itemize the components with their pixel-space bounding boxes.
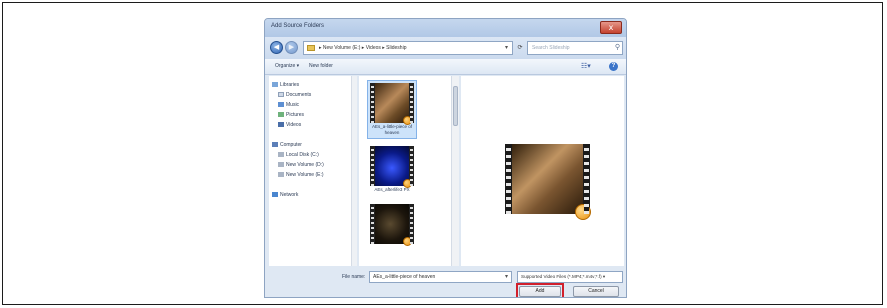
sidebar-item-music[interactable]: Music [278,102,299,108]
disk-icon [278,162,284,168]
file-list: AEs_a-little-piece of heaven AEs_afterli… [359,76,459,266]
list-item[interactable] [367,202,417,247]
navigation-pane: Libraries Documents Music Pictures Video… [269,76,357,266]
computer-icon [272,142,278,148]
new-folder-button[interactable]: New folder [309,63,333,69]
filename-field[interactable]: AEs_a-little-piece of heaven ▾ [369,271,512,283]
disk-icon [278,172,284,178]
video-thumbnail [370,146,414,188]
command-toolbar: Organize ▾ New folder ☷▾ ? [265,59,626,75]
folder-icon [307,45,315,51]
dialog-title: Add Source Folders [271,23,325,29]
add-button[interactable]: Add [519,286,561,297]
address-bar: ◀ ▶ ▸ New Volume (E:) ▸ Videos ▸ Slidesh… [265,37,626,59]
video-badge-icon [403,237,412,246]
video-badge-icon [575,204,591,220]
filename-value: AEs_a-little-piece of heaven [373,274,436,280]
network-icon [272,192,278,198]
search-input[interactable]: Search Slideship ⚲ [527,41,623,55]
filetype-select[interactable]: Supported Video Files (*.MP4;*.m4v;*.f) … [517,271,623,283]
preview-video-thumbnail [505,144,591,220]
cancel-button[interactable]: Cancel [573,286,619,297]
documents-icon [278,92,284,98]
sidebar-item-network[interactable]: Network [272,192,298,198]
navigation-scrollbar[interactable] [351,76,357,266]
title-bar: Add Source Folders x [265,19,626,37]
preview-pane [461,76,624,266]
sidebar-item-local-disk-c[interactable]: Local Disk (C:) [278,152,319,158]
sidebar-item-new-volume-e[interactable]: New Volume (E:) [278,172,324,178]
video-thumbnail [370,204,414,246]
library-icon [272,82,278,88]
refresh-icon[interactable]: ⟳ [515,41,525,55]
list-item[interactable]: AEs_a-little-piece of heaven [367,80,417,139]
video-badge-icon [403,116,412,125]
dialog-footer: File name: AEs_a-little-piece of heaven … [265,266,626,297]
back-button[interactable]: ◀ [270,41,283,54]
disk-icon [278,152,284,158]
add-source-folders-dialog: Add Source Folders x ◀ ▶ ▸ New Volume (E… [264,18,627,298]
scrollbar-thumb[interactable] [453,86,458,126]
list-item[interactable]: AEs_afterlife3 PX [367,144,417,195]
forward-button[interactable]: ▶ [285,41,298,54]
file-list-scrollbar[interactable] [451,76,459,266]
search-icon: ⚲ [614,43,620,51]
filetype-value: Supported Video Files (*.MP4;*.m4v;*.f) … [521,274,606,279]
video-thumbnail [370,83,414,125]
videos-icon [278,122,284,128]
sidebar-item-pictures[interactable]: Pictures [278,112,304,118]
breadcrumb-path: ▸ New Volume (E:) ▸ Videos ▸ Slideship [319,45,407,51]
breadcrumb[interactable]: ▸ New Volume (E:) ▸ Videos ▸ Slideship ▾ [303,41,513,55]
sidebar-item-videos[interactable]: Videos [278,122,301,128]
search-placeholder: Search Slideship [532,45,570,51]
music-icon [278,102,284,108]
file-name: AEs_a-little-piece of heaven [371,124,413,135]
chevron-down-icon[interactable]: ▾ [505,273,508,280]
sidebar-item-documents[interactable]: Documents [278,92,311,98]
chevron-down-icon[interactable]: ▾ [505,44,508,51]
sidebar-item-computer[interactable]: Computer [272,142,302,148]
filename-label: File name: [342,274,366,280]
sidebar-item-new-volume-d[interactable]: New Volume (D:) [278,162,324,168]
help-icon[interactable]: ? [609,62,618,71]
sidebar-item-libraries[interactable]: Libraries [272,82,299,88]
close-button[interactable]: x [600,21,622,34]
views-icon[interactable]: ☷▾ [581,62,591,70]
organize-button[interactable]: Organize ▾ [275,63,299,69]
pictures-icon [278,112,284,118]
video-badge-icon [403,179,412,188]
